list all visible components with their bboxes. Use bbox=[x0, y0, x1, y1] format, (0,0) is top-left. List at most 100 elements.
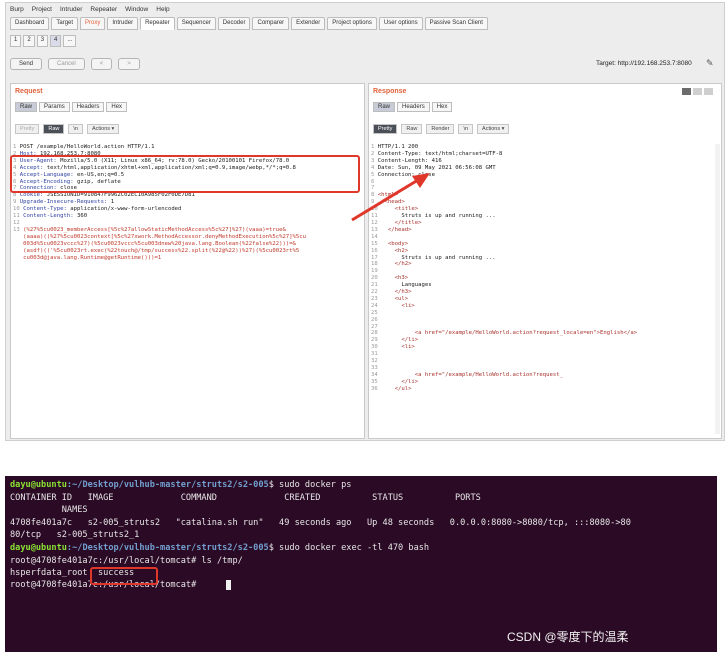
burp-window: Burp Project Intruder Repeater Window He… bbox=[5, 2, 725, 441]
request-format-bar: Pretty Raw \n Actions ▾ bbox=[15, 124, 120, 134]
request-pretty-button[interactable]: Pretty bbox=[15, 124, 40, 134]
response-actions-dropdown[interactable]: Actions ▾ bbox=[477, 124, 510, 134]
request-line: 10 Content-Type: application/x-www-form-… bbox=[13, 206, 306, 213]
line-number: 22 bbox=[371, 289, 378, 296]
request-tab-raw[interactable]: Raw bbox=[15, 102, 38, 112]
response-text: </li> bbox=[381, 378, 419, 385]
line-number: 13 bbox=[13, 226, 20, 233]
response-newline-button[interactable]: \n bbox=[458, 124, 474, 134]
menu-repeater[interactable]: Repeater bbox=[90, 6, 117, 13]
response-tab-headers[interactable]: Headers bbox=[397, 102, 430, 112]
response-line: 1 HTTP/1.1 200 bbox=[371, 144, 637, 151]
request-line: 8 Cookie: JSESSIONID=910847F9962C02EC10A… bbox=[13, 192, 306, 199]
cancel-button[interactable]: Cancel bbox=[48, 58, 85, 70]
header-value: 1 bbox=[110, 199, 115, 206]
repeater-tab-4[interactable]: 4 bbox=[50, 35, 62, 47]
menu-project[interactable]: Project bbox=[32, 6, 52, 13]
response-text: <li> bbox=[381, 302, 415, 309]
response-format-bar: Pretty Raw Render \n Actions ▾ bbox=[373, 124, 510, 134]
response-tab-raw[interactable]: Raw bbox=[373, 102, 396, 112]
request-raw-button[interactable]: Raw bbox=[43, 124, 65, 134]
request-tab-hex[interactable]: Hex bbox=[106, 102, 128, 112]
send-button[interactable]: Send bbox=[10, 58, 43, 70]
line-number: 28 bbox=[371, 330, 378, 337]
split-vertical-icon[interactable] bbox=[693, 88, 702, 95]
menu-help[interactable]: Help bbox=[156, 6, 169, 13]
menu-window[interactable]: Window bbox=[125, 6, 148, 13]
payload-line: (aaaa)((%27%5cu0023context[%5c%27xwork.M… bbox=[13, 234, 306, 241]
response-text: Content-Length: 416 bbox=[377, 157, 442, 164]
terminal-window: dayu@ubuntu:~/Desktop/vulhub-master/stru… bbox=[5, 476, 717, 652]
request-actions-dropdown[interactable]: Actions ▾ bbox=[86, 124, 120, 134]
response-line: 25 bbox=[371, 310, 637, 317]
response-pretty-button[interactable]: Pretty bbox=[373, 124, 398, 134]
target-label: Target: http://192.168.253.7:8080 bbox=[596, 60, 692, 67]
response-line: 20 <h3> bbox=[371, 275, 637, 282]
tool-tab[interactable]: Sequencer bbox=[176, 17, 216, 30]
tool-tab[interactable]: User options bbox=[378, 17, 423, 30]
tool-tab[interactable]: Passive Scan Client bbox=[424, 17, 488, 30]
tool-tab[interactable]: Repeater bbox=[140, 17, 175, 30]
tool-tabs: Dashboard Target Proxy Intruder Repeater Sequ… bbox=[10, 17, 488, 30]
response-line: 21 Languages bbox=[371, 282, 637, 289]
response-line: 2 Content-Type: text/html;charset=UTF-8 bbox=[371, 151, 637, 158]
repeater-tab-more[interactable]: ... bbox=[63, 35, 77, 47]
tool-tab[interactable]: Intruder bbox=[107, 17, 139, 30]
tool-tab[interactable]: Project options bbox=[327, 17, 377, 30]
menu-intruder[interactable]: Intruder bbox=[60, 6, 82, 13]
response-line: 26 bbox=[371, 317, 637, 324]
repeater-tab-1[interactable]: 1 bbox=[10, 35, 22, 47]
response-line: 30 <li> bbox=[371, 344, 637, 351]
single-pane-icon[interactable] bbox=[704, 88, 713, 95]
line-number: 17 bbox=[371, 254, 378, 261]
tool-tab[interactable]: Decoder bbox=[217, 17, 251, 30]
line-number: 26 bbox=[371, 316, 378, 323]
response-text: <li> bbox=[381, 344, 415, 351]
response-raw-button[interactable]: Raw bbox=[401, 124, 423, 134]
line-number: 20 bbox=[371, 275, 378, 282]
prev-button[interactable]: < bbox=[90, 58, 113, 70]
tool-tab[interactable]: Dashboard bbox=[10, 17, 50, 30]
header-value: JSESSIONID=910847F9962C02EC10A985F02F0DE… bbox=[46, 192, 195, 199]
response-text: <ul> bbox=[381, 295, 409, 302]
payload-line: (asdf)(('%5cu0023rt.exec(%22touch@/tmp/s… bbox=[13, 248, 306, 255]
edit-target-icon[interactable]: ✎ bbox=[706, 58, 714, 69]
response-line: 24 <li> bbox=[371, 303, 637, 310]
line-number: 19 bbox=[371, 268, 378, 275]
repeater-tab-2[interactable]: 2 bbox=[23, 35, 35, 47]
response-render-button[interactable]: Render bbox=[426, 124, 455, 134]
line-number: 1 bbox=[13, 144, 17, 150]
request-tab-headers[interactable]: Headers bbox=[71, 102, 105, 112]
response-line: 22 </h3> bbox=[371, 289, 637, 296]
payload-text: (aaaa)((%27%5cu0023context[%5c%27xwork.M… bbox=[23, 233, 307, 240]
split-horizontal-icon[interactable] bbox=[682, 88, 691, 95]
repeater-tab-3[interactable]: 3 bbox=[36, 35, 49, 47]
line-number: 15 bbox=[371, 240, 378, 247]
line-number: 30 bbox=[371, 344, 378, 351]
response-tab-hex[interactable]: Hex bbox=[431, 102, 453, 112]
payload-text: (%27%5cu0023_memberAccess[%5c%27allowSta… bbox=[23, 226, 286, 233]
line-number: 2 bbox=[371, 150, 375, 157]
line-number: 12 bbox=[13, 219, 20, 226]
response-line: 16 <h2> bbox=[371, 248, 637, 255]
payload-highlight-box bbox=[10, 155, 360, 193]
tool-tab[interactable]: Target bbox=[51, 17, 79, 30]
response-scrollbar[interactable] bbox=[715, 144, 720, 434]
tool-tab[interactable]: Proxy bbox=[80, 17, 106, 30]
next-button[interactable]: > bbox=[118, 58, 140, 70]
line-number: 34 bbox=[371, 371, 378, 378]
response-title: Response bbox=[373, 88, 407, 95]
docker-ps-row: 4708fe401a7c s2-005_struts2 "catalina.sh… bbox=[10, 518, 631, 528]
request-newline-button[interactable]: \n bbox=[68, 124, 83, 134]
menu-burp[interactable]: Burp bbox=[10, 6, 24, 13]
line-number: 10 bbox=[13, 206, 20, 213]
line-number: 32 bbox=[371, 358, 378, 365]
tool-tab[interactable]: Comparer bbox=[252, 17, 290, 30]
tool-tab[interactable]: Extender bbox=[291, 17, 326, 30]
response-line: 15 <body> bbox=[371, 241, 637, 248]
line-number: 23 bbox=[371, 295, 378, 302]
request-tab-params[interactable]: Params bbox=[39, 102, 70, 112]
watermark: CSDN @零度下的温柔 bbox=[507, 630, 629, 644]
docker-ps-row-cont: 80/tcp s2-005_struts2_1 bbox=[10, 530, 140, 540]
request-line: 12 bbox=[13, 220, 306, 227]
